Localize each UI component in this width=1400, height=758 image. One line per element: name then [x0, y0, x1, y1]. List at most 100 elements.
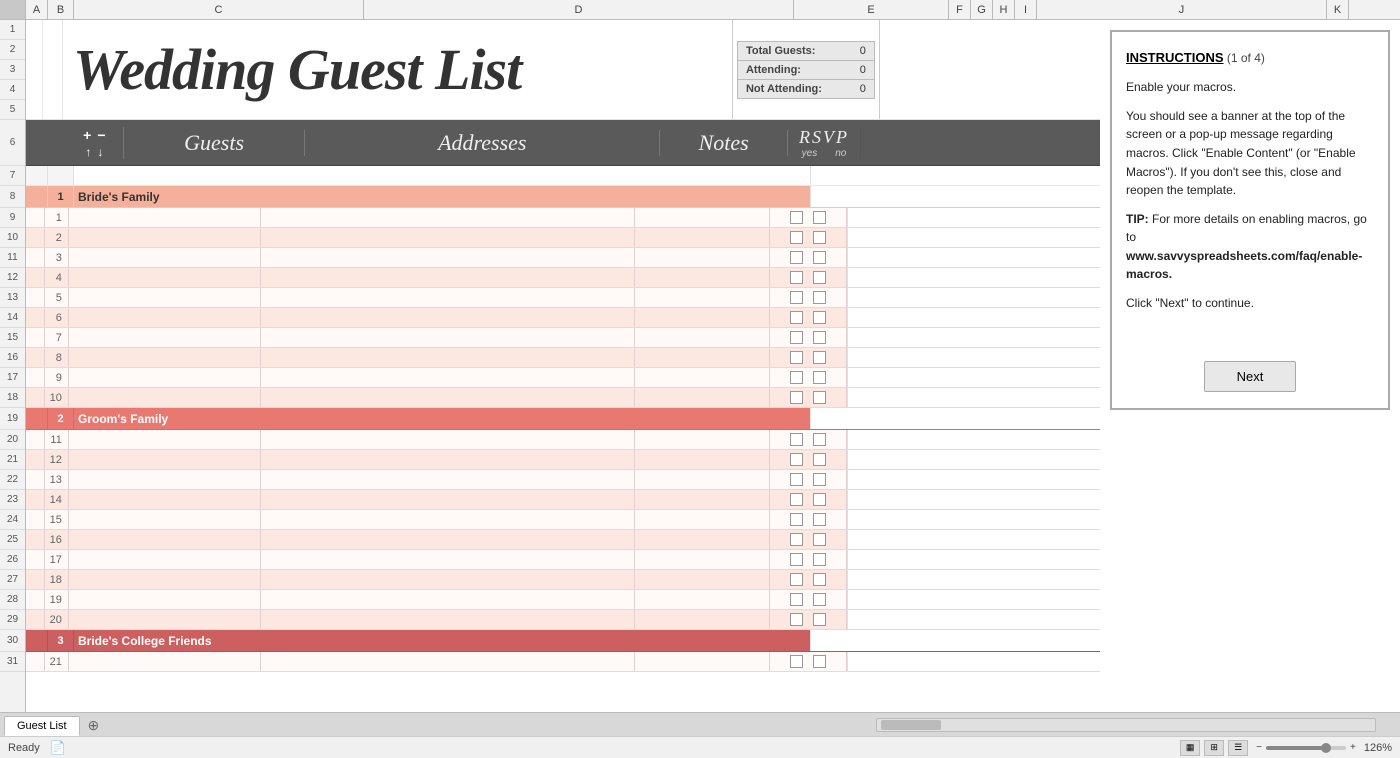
zoom-slider-thumb[interactable]: [1321, 743, 1331, 753]
rsvp-no-cb-s2-15[interactable]: [813, 513, 826, 526]
rsvp-yes-cb-s1-2[interactable]: [790, 231, 803, 244]
row-numbers-column: 1 2 3 4 5 6 7 8 9 10 11 12 13: [0, 20, 26, 712]
rsvp-yes-cb-s2-17[interactable]: [790, 553, 803, 566]
rsvp-yes-cb-s2-13[interactable]: [790, 473, 803, 486]
section1-data-row-6[interactable]: 6: [26, 308, 1100, 328]
plus-icon[interactable]: +: [83, 127, 91, 143]
rsvp-no-cb-s1-8[interactable]: [813, 351, 826, 364]
zoom-in-icon[interactable]: +: [1350, 742, 1356, 753]
section1-data-row-5[interactable]: 5: [26, 288, 1100, 308]
header-col-j: [879, 20, 1100, 119]
rn-7: 7: [0, 166, 25, 186]
rsvp-no-cb-s2-11[interactable]: [813, 433, 826, 446]
horizontal-scrollbar[interactable]: [876, 718, 1376, 732]
section2-data-row-19[interactable]: 19: [26, 590, 1100, 610]
rsvp-yes-cb-s2-15[interactable]: [790, 513, 803, 526]
rsvp-no-cb-s1-7[interactable]: [813, 331, 826, 344]
col-header-G: G: [971, 0, 993, 20]
next-button-container: Next: [1126, 361, 1374, 392]
normal-view-btn[interactable]: ▦: [1180, 740, 1200, 756]
rsvp-yes-cb-s2-19[interactable]: [790, 593, 803, 606]
section2-data-row-15[interactable]: 15: [26, 510, 1100, 530]
section1-data-row-10[interactable]: 10: [26, 388, 1100, 408]
section1-data-row-3[interactable]: 3: [26, 248, 1100, 268]
section2-data-row-12[interactable]: 12: [26, 450, 1100, 470]
add-remove-cell[interactable]: + − ↑ ↓: [66, 127, 124, 159]
instructions-title: INSTRUCTIONS: [1126, 50, 1224, 65]
page-layout-icon[interactable]: 📄: [50, 740, 66, 756]
rsvp-no-cb-s2-14[interactable]: [813, 493, 826, 506]
rsvp-no-cb-s1-3[interactable]: [813, 251, 826, 264]
page-break-btn[interactable]: ☰: [1228, 740, 1248, 756]
down-arrow-icon[interactable]: ↓: [97, 145, 103, 159]
rsvp-no-cb-s2-16[interactable]: [813, 533, 826, 546]
rn-31: 31: [0, 652, 25, 672]
rn-6: 6: [0, 120, 25, 166]
rsvp-yes-cb-s1-4[interactable]: [790, 271, 803, 284]
minus-icon[interactable]: −: [97, 127, 105, 143]
rsvp-yes-cb-s2-18[interactable]: [790, 573, 803, 586]
next-button[interactable]: Next: [1204, 361, 1297, 392]
rsvp-yes-cb-s1-10[interactable]: [790, 391, 803, 404]
section1-data-row-2[interactable]: 2: [26, 228, 1100, 248]
tip-link: www.savvyspreadsheets.com/faq/enable-mac…: [1126, 249, 1362, 282]
rsvp-no-cb-s2-20[interactable]: [813, 613, 826, 626]
zoom-slider-track[interactable]: [1266, 746, 1346, 750]
rsvp-no-cb-s2-17[interactable]: [813, 553, 826, 566]
rsvp-yes-cb-s1-7[interactable]: [790, 331, 803, 344]
rsvp-no-cb-s2-13[interactable]: [813, 473, 826, 486]
rsvp-no-cb-s1-2[interactable]: [813, 231, 826, 244]
rsvp-yes-cb-s1-1[interactable]: [790, 211, 803, 224]
rsvp-yes-cb-s3-21[interactable]: [790, 655, 803, 668]
rsvp-yes-cb-s2-20[interactable]: [790, 613, 803, 626]
section2-data-row-16[interactable]: 16: [26, 530, 1100, 550]
rsvp-yes-cb-s1-8[interactable]: [790, 351, 803, 364]
section1-data-row-4[interactable]: 4: [26, 268, 1100, 288]
rsvp-yes-cb-s1-6[interactable]: [790, 311, 803, 324]
section3-data-row-21[interactable]: 21: [26, 652, 1100, 672]
rsvp-no-cb-s2-18[interactable]: [813, 573, 826, 586]
section2-data-row-20[interactable]: 20: [26, 610, 1100, 630]
addresses-header: Addresses: [305, 130, 660, 156]
rsvp-no-cb-s1-5[interactable]: [813, 291, 826, 304]
section-1-rows: 1 2 3: [26, 208, 1100, 408]
rsvp-no-cb-s1-6[interactable]: [813, 311, 826, 324]
up-arrow-icon[interactable]: ↑: [85, 145, 91, 159]
instructions-panel-wrapper: INSTRUCTIONS (1 of 4) Enable your macros…: [1100, 20, 1400, 712]
rsvp-yes-cb-s1-9[interactable]: [790, 371, 803, 384]
rsvp-no-cb-s2-12[interactable]: [813, 453, 826, 466]
rsvp-yes-cb-s2-16[interactable]: [790, 533, 803, 546]
instructions-step2: You should see a banner at the top of th…: [1126, 107, 1374, 200]
page-layout-btn[interactable]: ⊞: [1204, 740, 1224, 756]
section2-data-row-13[interactable]: 13: [26, 470, 1100, 490]
rsvp-no-cb-s1-9[interactable]: [813, 371, 826, 384]
section1-data-row-8[interactable]: 8: [26, 348, 1100, 368]
rsvp-no-cb-s1-1[interactable]: [813, 211, 826, 224]
section2-data-row-14[interactable]: 14: [26, 490, 1100, 510]
rn-23: 23: [0, 490, 25, 510]
rsvp-no-cb-s1-10[interactable]: [813, 391, 826, 404]
rsvp-yes-cb-s1-5[interactable]: [790, 291, 803, 304]
section2-data-row-18[interactable]: 18: [26, 570, 1100, 590]
col-header-B: B: [48, 0, 74, 20]
section1-data-row-7[interactable]: 7: [26, 328, 1100, 348]
rsvp-yes-cb-s2-12[interactable]: [790, 453, 803, 466]
scrollbar-thumb: [881, 720, 941, 730]
rsvp-yes-cb-s2-11[interactable]: [790, 433, 803, 446]
rsvp-yes-cb-s2-14[interactable]: [790, 493, 803, 506]
rsvp-no-cb-s3-21[interactable]: [813, 655, 826, 668]
rsvp-no-cb-s2-19[interactable]: [813, 593, 826, 606]
col-header-J: J: [1037, 0, 1327, 20]
rn-16: 16: [0, 348, 25, 368]
section1-data-row-9[interactable]: 9: [26, 368, 1100, 388]
section2-data-row-17[interactable]: 17: [26, 550, 1100, 570]
rsvp-no-cb-s1-4[interactable]: [813, 271, 826, 284]
tab-list: Guest List ⊕: [4, 715, 876, 736]
tab-guest-list[interactable]: Guest List: [4, 716, 80, 736]
status-bar: Ready 📄 ▦ ⊞ ☰ − + 126%: [0, 736, 1400, 758]
section1-data-row-1[interactable]: 1: [26, 208, 1100, 228]
rsvp-yes-cb-s1-3[interactable]: [790, 251, 803, 264]
zoom-out-icon[interactable]: −: [1256, 742, 1262, 753]
section2-data-row-11[interactable]: 11: [26, 430, 1100, 450]
add-tab-button[interactable]: ⊕: [80, 715, 108, 736]
